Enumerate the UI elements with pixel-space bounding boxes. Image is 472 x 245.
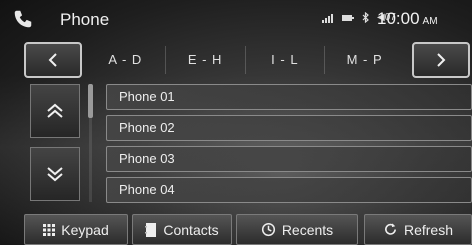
refresh-button[interactable]: Refresh xyxy=(364,214,472,245)
alpha-index-bar: A - D E - H I - L M - P xyxy=(24,42,472,78)
refresh-label: Refresh xyxy=(403,221,454,238)
contact-list: Phone 01 Phone 02 Phone 03 Phone 04 xyxy=(106,84,472,208)
contact-item[interactable]: Phone 02 xyxy=(106,115,472,141)
signal-icon xyxy=(322,13,333,23)
tab-e-h[interactable]: E - H xyxy=(166,46,246,74)
contact-item[interactable]: Phone 01 xyxy=(106,84,472,110)
clock-time: 10:00 xyxy=(377,9,420,28)
phone-icon xyxy=(14,10,32,28)
recents-button[interactable]: Recents xyxy=(236,214,358,245)
alpha-tabs: A - D E - H I - L M - P xyxy=(86,46,404,74)
clock-ampm: AM xyxy=(422,16,438,27)
app-title: Phone xyxy=(60,10,110,29)
bluetooth-icon xyxy=(362,12,369,23)
contact-item[interactable]: Phone 03 xyxy=(106,146,472,172)
bottom-bar: Keypad Contacts Recents Refresh xyxy=(24,214,472,245)
refresh-icon xyxy=(385,223,396,235)
recents-label: Recents xyxy=(281,221,334,238)
scroll-up-button[interactable] xyxy=(30,84,80,138)
keypad-grid-icon xyxy=(43,223,56,236)
clock: 10:00 AM xyxy=(377,9,438,29)
double-chevron-up-icon xyxy=(47,103,63,118)
scrollbar-thumb[interactable] xyxy=(88,84,93,118)
tab-m-p[interactable]: M - P xyxy=(325,46,404,74)
status-bar: Phone ◀07 10:00 AM xyxy=(0,0,472,38)
keypad-label: Keypad xyxy=(61,221,109,238)
scroll-down-button[interactable] xyxy=(30,147,80,201)
tab-i-l[interactable]: I - L xyxy=(246,46,326,74)
contacts-label: Contacts xyxy=(163,221,219,238)
contacts-book-icon xyxy=(145,222,157,237)
history-clock-icon xyxy=(261,222,275,237)
phone-screen: Phone ◀07 10:00 AM A - D E - H I - L M -… xyxy=(0,0,472,245)
next-page-button[interactable] xyxy=(412,42,470,78)
keypad-button[interactable]: Keypad xyxy=(24,214,128,245)
chevron-right-icon xyxy=(437,53,446,67)
tab-a-d[interactable]: A - D xyxy=(86,46,166,74)
contact-item[interactable]: Phone 04 xyxy=(106,177,472,203)
contacts-button[interactable]: Contacts xyxy=(132,214,232,245)
battery-icon xyxy=(342,14,354,21)
double-chevron-down-icon xyxy=(47,167,63,182)
prev-page-button[interactable] xyxy=(24,42,82,78)
chevron-left-icon xyxy=(48,53,57,67)
